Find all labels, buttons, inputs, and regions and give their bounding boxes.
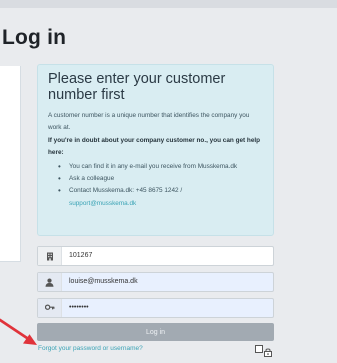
list-item: You can find it in any e-mail you receiv… [58, 161, 263, 173]
customer-number-field[interactable]: 101267 [37, 246, 274, 266]
key-icon [38, 299, 62, 317]
page-title: Log in [2, 26, 67, 49]
list-item-text: Ask a colleague [69, 175, 115, 183]
user-icon [38, 273, 62, 291]
remember-me-checkbox[interactable] [255, 345, 263, 353]
lock-icon [264, 344, 272, 362]
list-item-text: You can find it in any e-mail you receiv… [69, 163, 238, 170]
customer-number-info-box: Please enter your customer number first … [37, 64, 274, 236]
left-panel [0, 66, 21, 262]
login-button[interactable]: Log in [37, 323, 274, 341]
password-field[interactable]: •••••••• [37, 298, 274, 318]
list-item-text: Contact Musskema.dk: +45 8675 1242 / [69, 187, 183, 195]
customer-number-value: 101267 [69, 252, 93, 259]
password-value: •••••••• [69, 304, 89, 311]
pointer-arrow-icon [0, 318, 37, 345]
list-item: Contact Musskema.dk: +45 8675 1242 / sup… [58, 185, 263, 209]
support-email-link[interactable]: support@musskema.dk [69, 200, 136, 207]
info-heading: Please enter your customer number first [48, 71, 226, 103]
info-help-heading: If you're in doubt about your company cu… [48, 137, 261, 156]
building-icon [38, 247, 62, 265]
info-paragraph: A customer number is a unique number tha… [48, 112, 250, 131]
list-item: Ask a colleague [58, 173, 263, 185]
top-bar [0, 0, 337, 8]
email-value: louise@musskema.dk [69, 278, 138, 285]
email-field[interactable]: louise@musskema.dk [37, 272, 274, 292]
forgot-password-link[interactable]: Forgot your password or username? [38, 345, 143, 352]
info-help-list: You can find it in any e-mail you receiv… [48, 161, 263, 210]
